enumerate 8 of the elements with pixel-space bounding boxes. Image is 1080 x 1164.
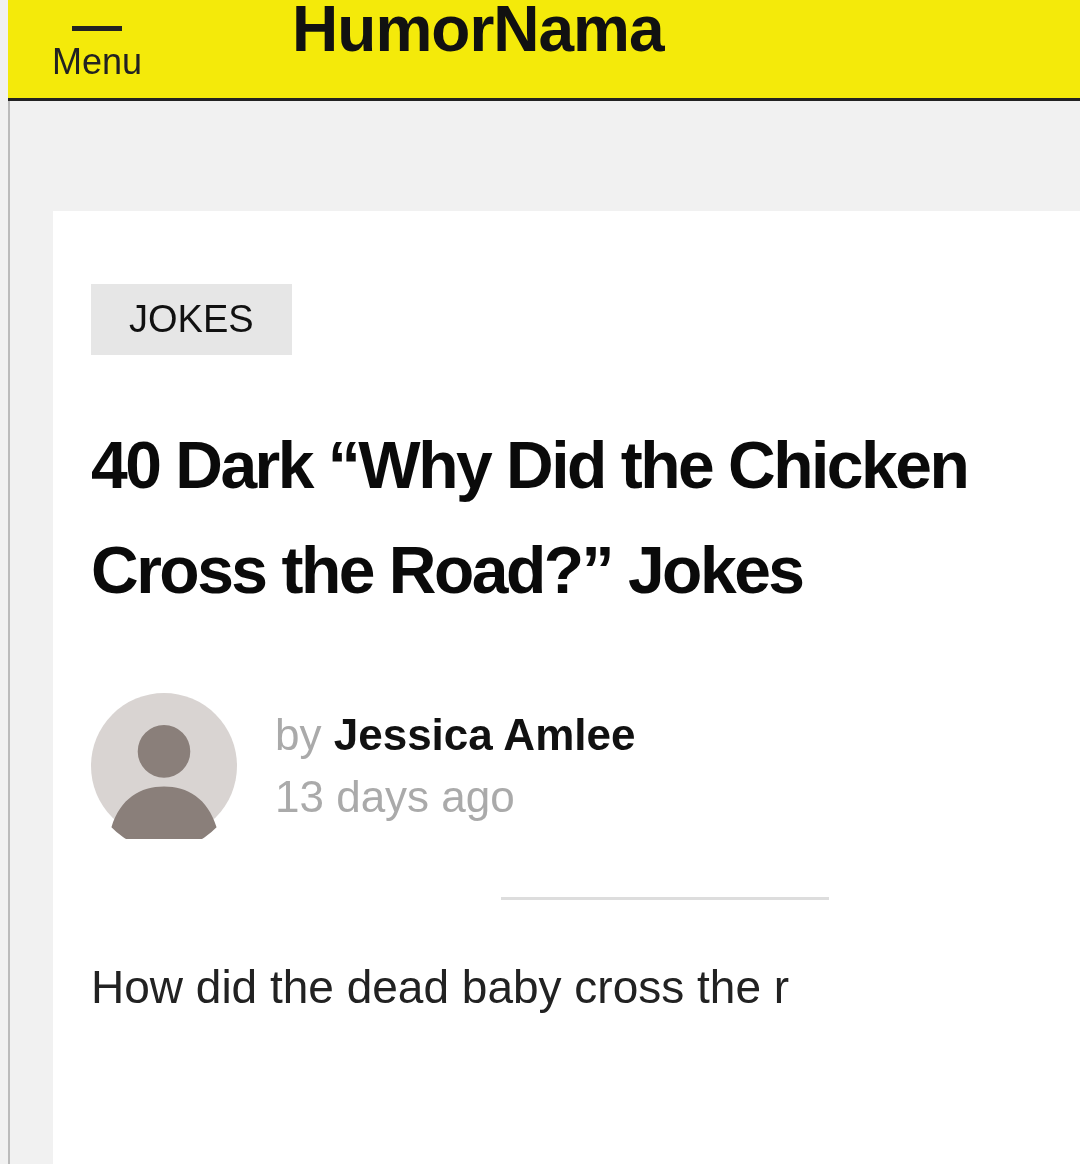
author-byline: by Jessica Amlee (275, 709, 636, 761)
category-tag[interactable]: JOKES (91, 284, 292, 355)
menu-button[interactable]: Menu (52, 25, 143, 83)
post-date: 13 days ago (275, 771, 516, 823)
article-title: 40 Dark “Why Did the Chicken Cross the Road?” Jokes (91, 427, 969, 609)
site-logo[interactable]: HumorNama (292, 0, 664, 66)
article-text: How did the dead baby cross the r (91, 960, 791, 1014)
menu-icon (72, 25, 123, 31)
